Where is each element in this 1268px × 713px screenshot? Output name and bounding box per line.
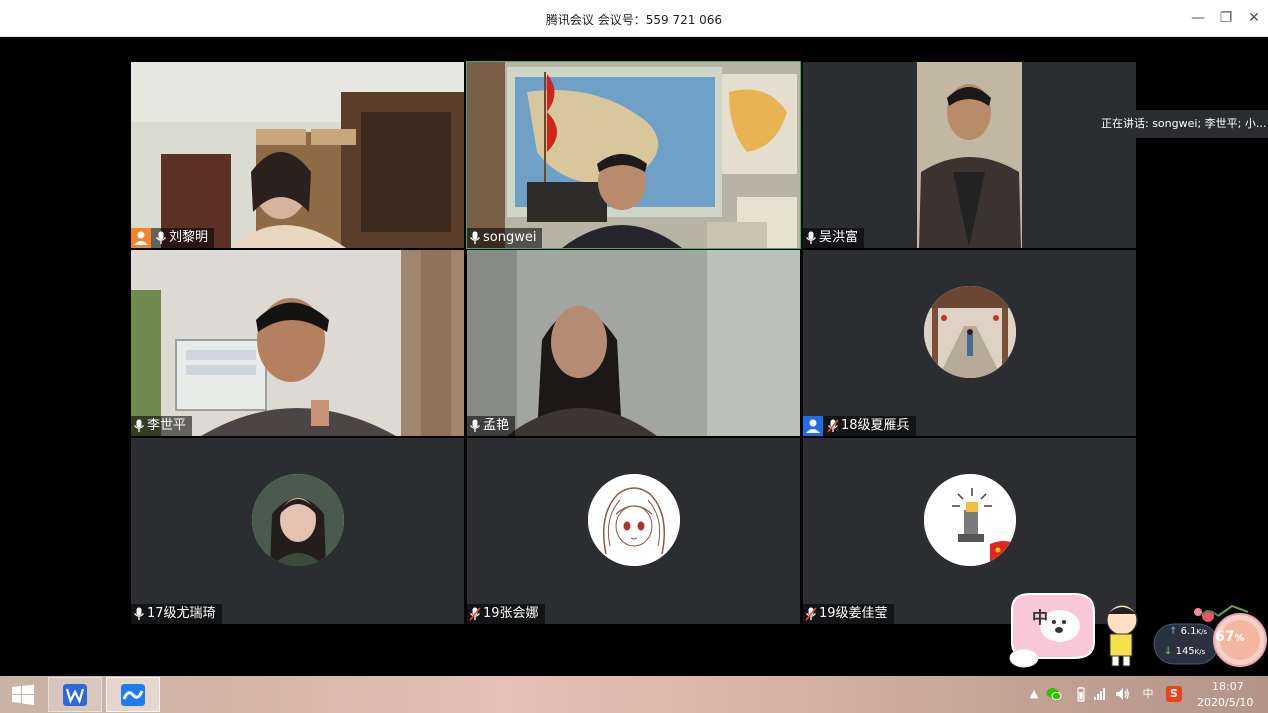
avatar-image <box>924 286 1016 378</box>
co-host-icon <box>803 416 823 436</box>
clock-date[interactable]: 2020/5/10 <box>1197 696 1253 709</box>
network-monitor-icon <box>1153 604 1267 667</box>
participant-name: 19张会娜 <box>483 606 539 621</box>
mic-on-icon <box>469 419 481 432</box>
participant-name: 吴洪富 <box>819 230 859 245</box>
participant-name-tag: 李世平 <box>131 416 193 436</box>
video-feed <box>131 62 464 248</box>
ime-pet-icon <box>1009 593 1138 668</box>
participant-name: 刘黎明 <box>169 230 209 245</box>
taskbar-app-wps[interactable] <box>48 677 102 712</box>
network-monitor-widget[interactable] <box>1152 604 1268 674</box>
wps-icon <box>63 684 87 706</box>
participant-name-tag: 孟艳 <box>467 416 516 436</box>
avatar <box>924 286 1016 378</box>
clock-time[interactable]: 18:07 <box>1212 680 1244 693</box>
video-feed <box>467 250 800 436</box>
title-bar: 腾讯会议 会议号：559 721 066 — ❐ ✕ <box>0 0 1268 37</box>
mic-on-icon <box>469 231 481 244</box>
download-arrow-icon: ↓ <box>1164 646 1173 657</box>
participant-name-tag: 19张会娜 <box>467 604 545 624</box>
participant-name-tag: 吴洪富 <box>803 228 865 248</box>
windows-start-icon[interactable] <box>4 682 42 708</box>
video-tile[interactable]: 吴洪富 <box>803 62 1136 248</box>
video-tile[interactable]: 17级尤瑞琦 <box>131 438 464 624</box>
video-feed <box>131 250 464 436</box>
participant-name: 孟艳 <box>483 418 510 433</box>
volume-icon[interactable] <box>1114 686 1130 702</box>
participant-name-tag: 17级尤瑞琦 <box>131 604 222 624</box>
tray-expand-icon[interactable]: ▲ <box>1026 686 1042 702</box>
window-title: 腾讯会议 会议号：559 721 066 <box>545 13 723 27</box>
ime-label: 中 <box>1032 608 1049 627</box>
sogou-input-icon[interactable]: S <box>1166 686 1182 702</box>
host-icon <box>131 228 151 248</box>
minimize-button[interactable]: — <box>1189 9 1207 27</box>
taskbar: ▲ 中 S <box>0 676 1268 713</box>
tencent-meeting-icon <box>121 684 145 706</box>
ime-pet-widget[interactable]: 中 <box>1004 590 1144 672</box>
participant-name: songwei <box>483 230 537 245</box>
input-method-indicator[interactable]: 中 <box>1140 686 1156 702</box>
mic-on-icon <box>805 231 817 244</box>
wechat-icon[interactable] <box>1046 686 1062 702</box>
memory-percent: 67% <box>1215 629 1245 645</box>
video-feed <box>803 62 1136 248</box>
mic-muted-icon <box>805 607 817 621</box>
participant-name-tag: 18级夏雁兵 <box>803 416 916 436</box>
taskbar-app-tencent-meeting[interactable] <box>106 677 160 712</box>
participant-name: 19级姜佳莹 <box>819 606 888 621</box>
participant-name: 李世平 <box>147 418 187 433</box>
video-tile[interactable]: 李世平 <box>131 250 464 436</box>
participant-name: 18级夏雁兵 <box>841 418 910 433</box>
speaking-indicator[interactable]: 正在讲话: songwei; 李世平; 小... <box>1090 110 1268 138</box>
close-button[interactable]: ✕ <box>1245 9 1263 27</box>
participant-name-tag: 19级姜佳莹 <box>803 604 894 624</box>
avatar-image <box>588 474 680 566</box>
participant-name-tag: 刘黎明 <box>131 228 215 248</box>
avatar-image <box>252 474 344 566</box>
download-speed: ↓ 145K/s <box>1164 646 1206 657</box>
battery-icon[interactable] <box>1073 686 1089 702</box>
participant-name: 17级尤瑞琦 <box>147 606 216 621</box>
mic-on-icon <box>133 607 145 620</box>
video-tile[interactable]: 刘黎明 <box>131 62 464 248</box>
participant-name-tag: songwei <box>467 228 543 248</box>
upload-arrow-icon: ↑ <box>1169 626 1178 637</box>
avatar <box>924 474 1016 566</box>
avatar <box>588 474 680 566</box>
meeting-stage: 刘黎明 songwei 吴洪富 李世平 孟艳 18级夏雁兵 17级尤瑞琦 19张… <box>0 37 1268 676</box>
mic-muted-icon <box>469 607 481 621</box>
upload-speed: ↑ 6.1K/s <box>1169 626 1208 637</box>
mic-on-icon <box>133 419 145 432</box>
avatar <box>252 474 344 566</box>
video-tile[interactable]: 孟艳 <box>467 250 800 436</box>
video-tile-active-speaker[interactable]: songwei <box>466 61 801 249</box>
restore-button[interactable]: ❐ <box>1217 9 1235 27</box>
video-feed <box>467 62 800 248</box>
network-signal-icon[interactable] <box>1092 686 1108 702</box>
mic-muted-icon <box>827 419 839 433</box>
avatar-image <box>924 474 1016 566</box>
mic-on-icon <box>155 231 167 244</box>
video-tile[interactable]: 18级夏雁兵 <box>803 250 1136 436</box>
video-tile[interactable]: 19张会娜 <box>467 438 800 624</box>
